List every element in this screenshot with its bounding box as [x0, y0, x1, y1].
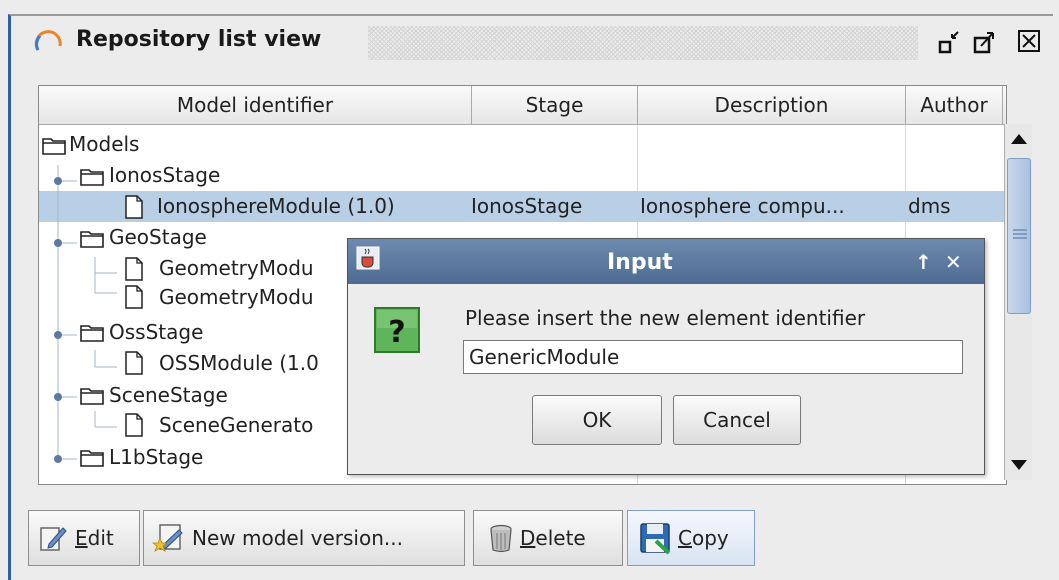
tree-node-label[interactable]: L1bStage [109, 442, 203, 473]
file-icon [125, 351, 143, 375]
title-drag-area[interactable] [368, 26, 918, 60]
edit-icon [40, 527, 67, 551]
delete-mnemonic: D [520, 526, 536, 550]
column-header-model[interactable]: Model identifier [39, 86, 472, 125]
folder-icon [80, 169, 104, 186]
tree-node-label[interactable]: GeoStage [109, 222, 207, 253]
file-icon [125, 285, 143, 309]
folder-icon [80, 450, 104, 467]
spinner-icon [34, 30, 62, 51]
tree-node-label[interactable]: GeometryModu [159, 253, 349, 284]
save-icon [640, 523, 671, 555]
delete-label: elete [535, 526, 586, 550]
folder-icon [80, 388, 104, 405]
new-version-label: New model version... [192, 526, 403, 550]
file-icon [125, 257, 143, 281]
maximize-icon[interactable] [970, 27, 1000, 57]
tree-node-label[interactable]: OssStage [109, 317, 203, 348]
stage-cell[interactable]: IonosStage [471, 191, 582, 222]
column-header-stage[interactable]: Stage [472, 86, 638, 125]
svg-text:?: ? [388, 315, 405, 350]
folder-icon [80, 325, 104, 342]
delete-button[interactable]: Delete [473, 510, 623, 566]
cancel-button[interactable]: Cancel [673, 395, 801, 445]
question-icon: ? [374, 307, 420, 353]
dialog-message: Please insert the new element identifier [465, 306, 866, 330]
tree-node-label[interactable]: SceneGenerato [159, 410, 349, 441]
tree-node-label[interactable]: IonosStage [109, 160, 220, 191]
java-cup-icon [356, 246, 380, 270]
scroll-up-icon[interactable] [1008, 129, 1030, 149]
file-icon [125, 195, 143, 219]
column-header-filler [1003, 86, 1006, 125]
dialog-restore-button[interactable]: ↑ [915, 250, 932, 274]
folder-icon [42, 138, 66, 155]
edit-label: dit [87, 526, 114, 550]
minimize-icon[interactable] [935, 27, 965, 57]
edit-button[interactable]: Edit [28, 510, 140, 566]
new-version-icon [152, 524, 183, 552]
grip-icon [1013, 229, 1027, 239]
column-header-author[interactable]: Author [906, 86, 1003, 125]
close-icon[interactable] [1015, 27, 1045, 57]
trash-icon [490, 524, 512, 553]
tree-node-label[interactable]: SceneStage [109, 380, 228, 411]
dialog-close-button[interactable]: ✕ [945, 250, 962, 274]
copy-mnemonic: C [678, 526, 692, 550]
panel-title: Repository list view [76, 27, 322, 52]
ok-button[interactable]: OK [532, 395, 662, 445]
edit-mnemonic: E [75, 526, 88, 550]
dialog-title: Input [607, 250, 673, 275]
tree-node-label[interactable]: GeometryModu [159, 282, 349, 313]
file-icon [125, 413, 143, 437]
copy-label: opy [691, 526, 729, 550]
tree-node-label[interactable]: OSSModule (1.0 [159, 348, 349, 379]
description-cell[interactable]: Ionosphere compu... [640, 191, 904, 222]
new-model-version-button[interactable]: New model version... [143, 510, 465, 566]
copy-button[interactable]: Copy [627, 510, 755, 566]
author-cell[interactable]: dms [908, 191, 951, 222]
column-header-description[interactable]: Description [638, 86, 906, 125]
identifier-input[interactable] [463, 340, 963, 374]
tree-node-label[interactable]: IonosphereModule (1.0) [157, 191, 395, 222]
scroll-down-icon[interactable] [1008, 455, 1030, 475]
tree-node-label[interactable]: Models [69, 129, 139, 160]
folder-icon [80, 231, 104, 248]
